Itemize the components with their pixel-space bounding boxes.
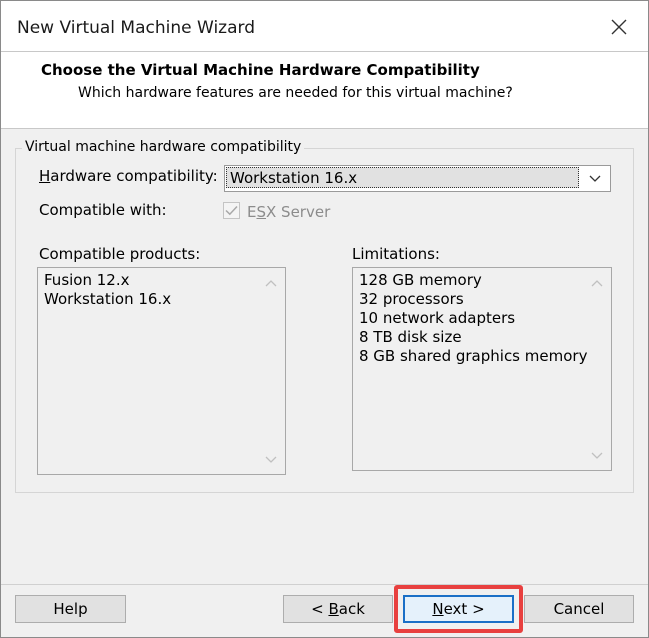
- limitations-label: Limitations:: [352, 245, 440, 263]
- footer-divider: [1, 584, 648, 585]
- scroll-up-button[interactable]: [588, 274, 606, 292]
- hardware-compatibility-label: Hardware compatibility:: [39, 167, 218, 185]
- back-prefix: <: [311, 600, 329, 618]
- chevron-up-icon: [265, 279, 277, 286]
- chevron-down-icon: [589, 175, 601, 182]
- esx-server-label: ESX Server: [247, 203, 330, 221]
- wizard-window: New Virtual Machine Wizard Choose the Vi…: [0, 0, 649, 638]
- list-item: Workstation 16.x: [44, 290, 172, 308]
- page-title: Choose the Virtual Machine Hardware Comp…: [41, 61, 480, 79]
- next-button[interactable]: Next >: [403, 595, 514, 623]
- chevron-up-icon: [591, 279, 603, 286]
- compatible-products-items: Fusion 12.x Workstation 16.x: [38, 271, 171, 309]
- chevron-down-icon: [591, 452, 603, 459]
- list-item: 8 GB shared graphics memory: [359, 347, 588, 365]
- compatible-products-label: Compatible products:: [39, 245, 201, 263]
- hardware-label-text: ardware compatibility:: [50, 167, 218, 185]
- wizard-header: Choose the Virtual Machine Hardware Comp…: [1, 52, 648, 129]
- compatible-products-list[interactable]: Fusion 12.x Workstation 16.x: [37, 267, 286, 475]
- hardware-compatibility-select[interactable]: Workstation 16.x: [224, 165, 611, 192]
- help-button[interactable]: Help: [15, 595, 126, 623]
- list-item: 32 processors: [359, 290, 464, 308]
- close-icon: [611, 19, 627, 35]
- list-item: 10 network adapters: [359, 309, 516, 327]
- title-bar: New Virtual Machine Wizard: [1, 1, 648, 52]
- list-item: Fusion 12.x: [44, 271, 130, 289]
- group-label: Virtual machine hardware compatibility: [22, 139, 305, 155]
- esx-server-checkbox[interactable]: [223, 202, 240, 219]
- window-title: New Virtual Machine Wizard: [17, 18, 255, 38]
- next-rest: ext >: [443, 600, 485, 618]
- list-item: 128 GB memory: [359, 271, 482, 289]
- esx-label-mnemonic: S: [256, 203, 267, 221]
- scroll-up-button[interactable]: [262, 274, 280, 292]
- limitations-list[interactable]: 128 GB memory 32 processors 10 network a…: [352, 267, 612, 471]
- checkmark-icon: [225, 205, 238, 216]
- compatible-with-label: Compatible with:: [39, 201, 167, 219]
- page-subtitle: Which hardware features are needed for t…: [78, 85, 513, 101]
- esx-label-rest: X Server: [266, 203, 331, 221]
- chevron-down-icon: [265, 456, 277, 463]
- close-button[interactable]: [599, 9, 639, 45]
- back-rest: ack: [338, 600, 365, 618]
- scroll-down-button[interactable]: [588, 446, 606, 464]
- back-button[interactable]: < Back: [283, 595, 393, 623]
- dropdown-button[interactable]: [584, 170, 606, 187]
- back-mnemonic: B: [328, 600, 339, 618]
- scroll-down-button[interactable]: [262, 450, 280, 468]
- hardware-compatibility-value: Workstation 16.x: [226, 167, 579, 188]
- limitations-items: 128 GB memory 32 processors 10 network a…: [353, 271, 587, 366]
- next-mnemonic: N: [432, 600, 444, 618]
- list-item: 8 TB disk size: [359, 328, 462, 346]
- cancel-button[interactable]: Cancel: [524, 595, 634, 623]
- hardware-label-mnemonic: H: [39, 167, 51, 185]
